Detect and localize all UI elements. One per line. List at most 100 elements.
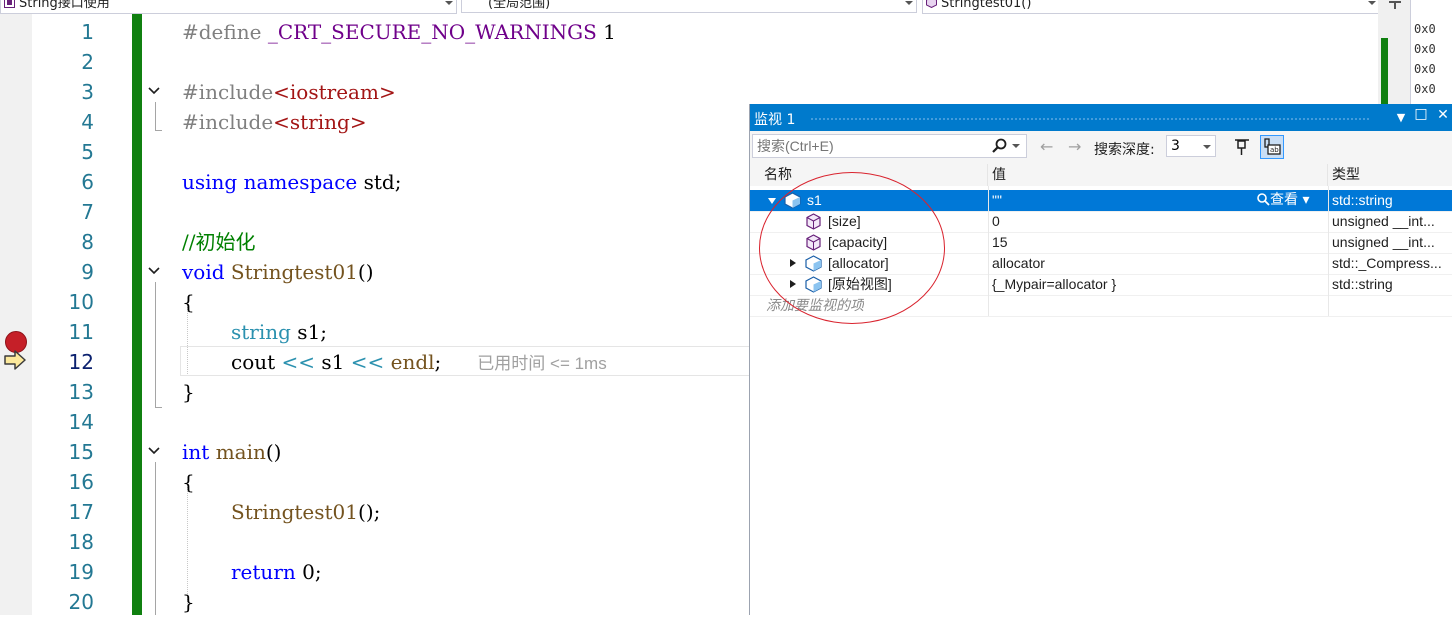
watch-window: 监视 1 ▼ □ ✕ ← → 搜索深度: 3 ab 名称 值 类型 s1 " — [749, 104, 1452, 615]
watch-name: [原始视图] — [828, 276, 892, 292]
code-line-11[interactable]: string s1; — [231, 317, 327, 347]
line-number-current: 12 — [68, 350, 94, 374]
change-tracking-bar — [132, 14, 142, 615]
column-header-name[interactable]: 名称 — [750, 164, 988, 186]
line-number: 15 — [68, 440, 94, 464]
return-value: 0; — [295, 560, 322, 584]
chevron-down-icon — [1368, 1, 1376, 5]
include-path: <string> — [273, 110, 367, 134]
forward-arrow-icon[interactable]: → — [1068, 137, 1081, 156]
watch-title-bar[interactable]: 监视 1 ▼ □ ✕ — [750, 104, 1452, 131]
code-line-17[interactable]: Stringtest01(); — [231, 497, 380, 527]
fold-collapse-icon[interactable] — [146, 443, 162, 459]
memory-address: 0x0 — [1414, 82, 1436, 96]
code-line-4[interactable]: #include<string> — [182, 107, 367, 137]
drag-grip[interactable] — [810, 117, 1370, 121]
watch-row-allocator[interactable]: [allocator] allocator std::_Compress... — [750, 253, 1452, 275]
code-line-13[interactable]: } — [182, 377, 195, 407]
back-arrow-icon[interactable]: ← — [1040, 137, 1053, 156]
watch-row-raw-view[interactable]: [原始视图] {_Mypair=allocator } std::string — [750, 274, 1452, 296]
call-parens: (); — [358, 500, 381, 524]
glyph-margin[interactable] — [0, 14, 32, 615]
split-icon[interactable] — [1388, 0, 1402, 10]
column-divider[interactable] — [988, 186, 989, 316]
search-input[interactable] — [757, 137, 977, 155]
column-header-type[interactable]: 类型 — [1328, 164, 1452, 186]
line-number: 3 — [81, 80, 94, 104]
expand-arrow-icon[interactable] — [790, 280, 796, 288]
fold-line — [155, 102, 156, 130]
include-path: <iostream> — [273, 80, 396, 104]
close-icon[interactable]: ✕ — [1434, 107, 1452, 123]
search-icon[interactable] — [991, 138, 1007, 154]
code-line-15[interactable]: int main() — [182, 437, 281, 467]
watch-row-size[interactable]: [size] 0 unsigned __int... — [750, 211, 1452, 233]
watch-type: std::string — [1332, 276, 1393, 292]
line-number: 9 — [81, 260, 94, 284]
keyword: using — [182, 170, 238, 194]
column-divider[interactable] — [1328, 186, 1329, 316]
expand-arrow-icon[interactable] — [790, 259, 796, 267]
column-header-value[interactable]: 值 — [988, 164, 1328, 186]
chevron-down-icon[interactable] — [1012, 144, 1020, 148]
add-watch-placeholder[interactable]: 添加要监视的项 — [766, 295, 864, 316]
keyword: return — [231, 560, 296, 584]
code-line-3[interactable]: #include<iostream> — [182, 77, 396, 107]
visualizer-button[interactable]: 查看 ▾ — [1256, 190, 1309, 211]
collapse-arrow-icon[interactable] — [768, 198, 776, 204]
code-line-19[interactable]: return 0; — [231, 557, 322, 587]
code-line-9[interactable]: void Stringtest01() — [182, 257, 374, 287]
watch-type: unsigned __int... — [1332, 234, 1435, 250]
keyword: void — [182, 260, 225, 284]
visualizer-label: 查看 — [1270, 192, 1298, 208]
code-line-12[interactable]: cout << s1 << endl; 已用时间 <= 1ms — [231, 347, 607, 377]
watch-value[interactable]: {_Mypair=allocator } — [992, 274, 1116, 295]
watch-row-capacity[interactable]: [capacity] 15 unsigned __int... — [750, 232, 1452, 254]
member-dropdown[interactable]: Stringtest01() — [922, 0, 1380, 14]
line-number: 19 — [68, 560, 94, 584]
add-watch-row[interactable]: 添加要监视的项 — [750, 295, 1452, 317]
magnifier-icon — [1257, 193, 1270, 206]
search-depth-value: 3 — [1171, 138, 1180, 154]
pin-icon[interactable] — [1232, 137, 1252, 157]
object-icon — [784, 192, 801, 209]
fold-collapse-icon[interactable] — [146, 83, 162, 99]
code-line-16[interactable]: { — [182, 467, 195, 497]
preprocessor-directive: #include — [182, 110, 274, 134]
identifier: s1; — [290, 320, 328, 344]
watch-value[interactable]: allocator — [992, 253, 1045, 274]
watch-grid: 名称 值 类型 s1 "" 查看 ▾ std::string [size] 0 … — [750, 164, 1452, 615]
search-box[interactable] — [752, 134, 1027, 158]
code-line-8[interactable]: //初始化 — [182, 227, 255, 257]
project-dropdown[interactable]: String接口使用 — [0, 0, 457, 14]
semicolon: ; — [434, 350, 442, 374]
watch-name: s1 — [807, 192, 822, 208]
search-depth-select[interactable]: 3 — [1166, 135, 1216, 157]
line-number: 11 — [68, 320, 94, 344]
fold-collapse-icon[interactable] — [146, 263, 162, 279]
watch-value[interactable]: 15 — [992, 232, 1008, 253]
fold-line — [155, 282, 156, 407]
hex-display-button[interactable]: ab — [1260, 135, 1284, 159]
line-numbers: 1 2 3 4 5 6 7 8 9 10 11 12 13 14 15 16 1… — [32, 14, 94, 615]
code-line-20[interactable]: } — [182, 587, 195, 617]
indent-guide — [187, 484, 188, 604]
watch-value[interactable]: "" — [992, 190, 1002, 211]
member-name: Stringtest01() — [941, 0, 1032, 11]
scope-dropdown[interactable]: (全局范围) — [461, 0, 917, 13]
code-line-6[interactable]: using namespace std; — [182, 167, 401, 197]
maximize-icon[interactable]: □ — [1412, 106, 1430, 122]
code-line-10[interactable]: { — [182, 287, 195, 317]
keyword: namespace — [243, 170, 358, 194]
execution-pointer-icon[interactable] — [3, 350, 27, 370]
code-line-1[interactable]: #define _CRT_SECURE_NO_WARNINGS 1 — [182, 17, 616, 47]
watch-name: [allocator] — [828, 255, 889, 271]
window-menu-icon[interactable]: ▼ — [1392, 111, 1410, 124]
function-name: Stringtest01 — [231, 500, 359, 524]
type-name: string — [231, 320, 291, 344]
watch-row-s1[interactable]: s1 "" 查看 ▾ std::string — [750, 190, 1452, 212]
memory-address: 0x0 — [1414, 42, 1436, 56]
line-number: 16 — [68, 470, 94, 494]
perf-tip[interactable]: 已用时间 <= 1ms — [477, 354, 606, 373]
watch-value[interactable]: 0 — [992, 211, 1000, 232]
